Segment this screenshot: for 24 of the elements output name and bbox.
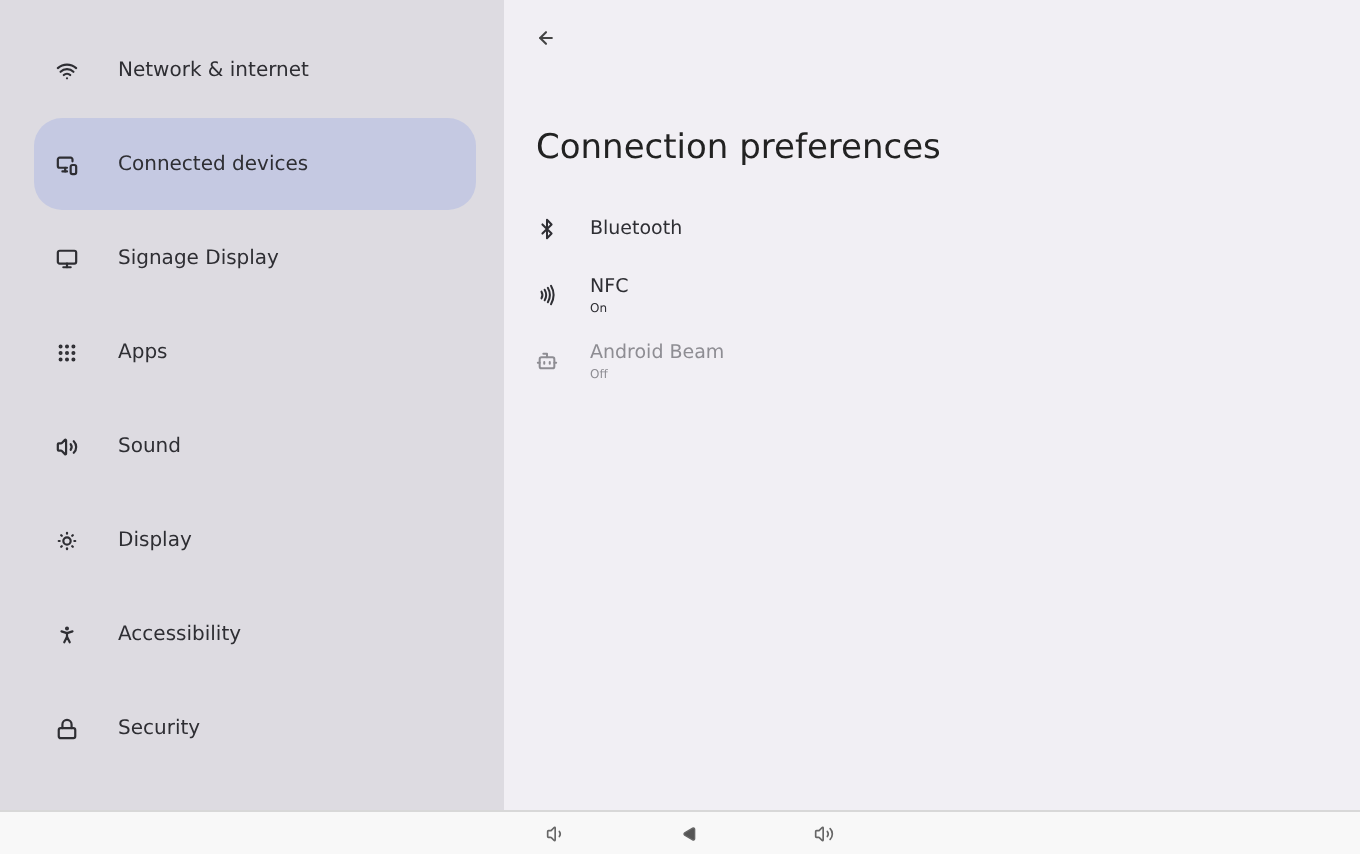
monitor-icon (56, 247, 78, 269)
person-icon (56, 623, 78, 645)
volume-up-icon[interactable] (814, 823, 834, 843)
sidebar-item[interactable]: Network & internet (34, 24, 476, 116)
brightness-icon (56, 529, 78, 551)
page-title: Connection preferences (536, 128, 943, 168)
volume-down-icon[interactable] (546, 823, 566, 843)
wifi-icon (56, 59, 78, 81)
preference-item[interactable]: Bluetooth (536, 196, 1360, 262)
sidebar-item[interactable]: Accessibility (34, 588, 476, 680)
lock-icon (56, 717, 78, 739)
sidebar-item[interactable]: Apps (34, 306, 476, 398)
sidebar-item[interactable]: Connected devices (34, 118, 476, 210)
sidebar-item[interactable]: Display (34, 494, 476, 586)
speaker-icon (56, 435, 78, 457)
robot-icon (536, 350, 558, 372)
bluetooth-icon (536, 218, 558, 240)
sidebar-item[interactable]: Sound (34, 400, 476, 492)
sidebar-item[interactable]: Signage Display (34, 212, 476, 304)
devices-icon (56, 153, 78, 175)
nfc-icon (536, 284, 558, 306)
back-triangle-icon[interactable] (682, 825, 698, 841)
sidebar-item[interactable]: Security (34, 682, 476, 774)
grid-icon (56, 341, 78, 363)
